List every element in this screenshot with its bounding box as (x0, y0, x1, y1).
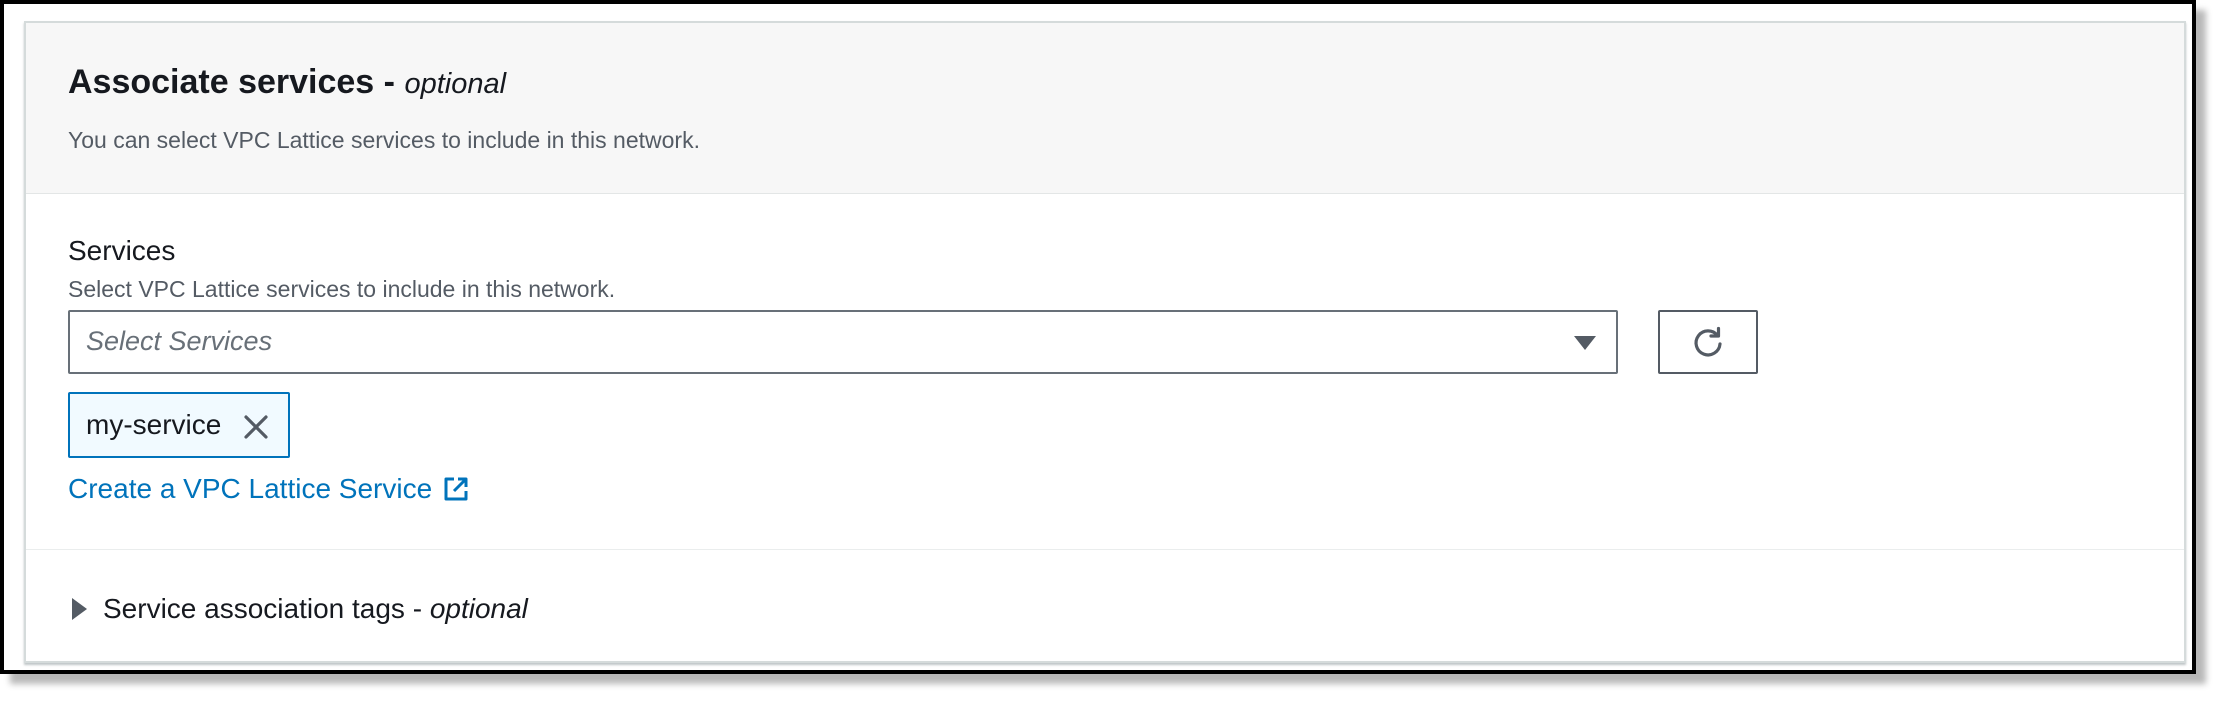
refresh-icon (1694, 326, 1722, 357)
section-title-text: Associate services - (68, 63, 405, 101)
services-field-label: Services (68, 235, 176, 266)
external-link-icon (444, 477, 468, 501)
create-service-link[interactable]: Create a VPC Lattice Service (68, 473, 470, 505)
associate-services-container: Associate services - optional You can se… (24, 21, 2186, 663)
section-description: You can select VPC Lattice services to i… (68, 127, 700, 153)
expander-label-optional: optional (429, 593, 528, 624)
caret-right-icon (72, 598, 87, 620)
expander-label-text: Service association tags - (103, 593, 430, 624)
expander-label: Service association tags - optional (103, 593, 528, 625)
refresh-button[interactable] (1658, 310, 1758, 374)
create-service-link-label: Create a VPC Lattice Service (68, 473, 433, 504)
container-header: Associate services - optional You can se… (26, 23, 2184, 194)
service-association-tags-expander[interactable]: Service association tags - optional (72, 593, 528, 625)
section-title: Associate services - optional (68, 63, 506, 102)
close-icon[interactable] (240, 411, 272, 443)
section-divider (26, 549, 2184, 550)
screenshot-frame: Associate services - optional You can se… (0, 0, 2196, 674)
token-label: my-service (86, 409, 222, 440)
services-multiselect[interactable]: Select Services (68, 310, 1618, 374)
section-title-optional: optional (404, 68, 507, 100)
services-field-description: Select VPC Lattice services to include i… (68, 276, 616, 302)
selected-service-token: my-service (68, 392, 290, 458)
caret-down-icon (1574, 336, 1596, 350)
services-select-placeholder: Select Services (86, 326, 273, 356)
